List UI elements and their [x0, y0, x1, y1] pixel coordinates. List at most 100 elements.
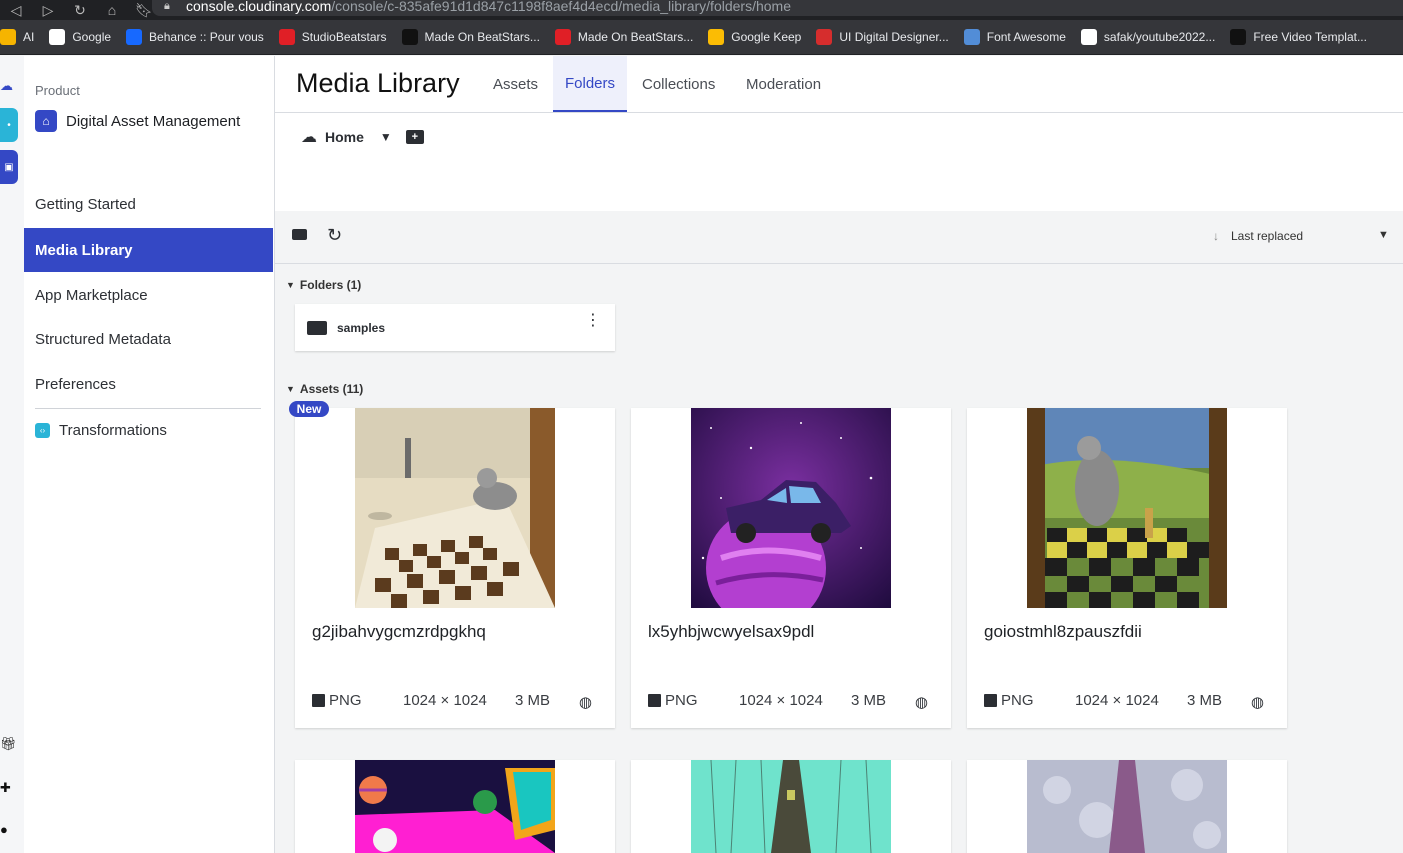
asset-thumbnail[interactable] [355, 408, 555, 608]
user-icon[interactable]: ● [0, 822, 14, 837]
breadcrumb-home[interactable]: Home [325, 129, 364, 145]
asset-thumbnail[interactable] [1027, 408, 1227, 608]
bookmark-item[interactable]: UI Digital Designer... [816, 29, 949, 45]
sidebar-item-label: Preferences [35, 375, 116, 393]
asset-thumbnail[interactable] [691, 760, 891, 853]
sidebar: Product ⌂ Digital Asset Management Getti… [24, 56, 275, 853]
assets-section-label: Assets (11) [299, 382, 364, 396]
chevron-down-icon: ▼ [1378, 229, 1389, 241]
sidebar-item-app-marketplace[interactable]: App Marketplace [24, 273, 273, 317]
asset-card[interactable]: lx5yhbjwcwyelsax9pdl PNG 1024 × 1024 3 M… [631, 408, 951, 728]
asset-card[interactable]: goiostmhl8zpauszfdii PNG 1024 × 1024 3 M… [967, 408, 1287, 728]
address-bar[interactable]: 🔒︎ console.cloudinary.com/console/c-835a… [152, 0, 1403, 16]
bookmark-item[interactable]: Made On BeatStars... [401, 29, 540, 45]
bookmark-item[interactable]: Font Awesome [963, 29, 1066, 45]
forward-icon[interactable]: ▷ [32, 2, 64, 19]
globe-icon: ◍ [1250, 694, 1264, 711]
url-path: /console/c-835afe91d1d847c1198f8aef4d4ec… [331, 0, 791, 14]
bookmark-favicon-icon [401, 29, 418, 45]
asset-format: PNG [1001, 692, 1034, 709]
sidebar-item-label: App Marketplace [35, 286, 148, 304]
bookmark-item[interactable]: Made On BeatStars... [554, 29, 693, 45]
asset-card[interactable] [631, 760, 951, 853]
triangle-down-icon: ▼ [286, 280, 295, 290]
bookmark-label: Google [72, 30, 112, 44]
bookmark-label: Font Awesome [986, 30, 1066, 44]
tab-assets[interactable]: Assets [481, 56, 550, 112]
bookmark-label: StudioBeatstars [301, 30, 387, 44]
bookmark-favicon-icon [816, 29, 833, 45]
cloud-logo-icon[interactable]: ☁ [0, 78, 14, 94]
sort-direction-icon[interactable]: ↓ [1213, 229, 1219, 243]
assets-section-toggle[interactable]: ▼ Assets (11) [286, 382, 363, 396]
rail-dam-icon[interactable]: ▣ [0, 150, 18, 184]
sidebar-item-label: Getting Started [35, 195, 136, 213]
sort-dropdown[interactable]: ↓ Last replaced ▼ [1213, 229, 1389, 243]
dam-icon: ⌂ [35, 110, 57, 132]
bookmark-favicon-icon [708, 29, 725, 45]
folders-section-toggle[interactable]: ▼ Folders (1) [286, 278, 361, 292]
refresh-icon[interactable]: ↻ [327, 225, 342, 246]
folder-name: samples [337, 320, 386, 335]
asset-thumbnail[interactable] [691, 408, 891, 608]
back-icon[interactable]: ◁ [0, 2, 32, 19]
asset-thumbnail[interactable] [355, 760, 555, 853]
bookmarks-bar: AI Google Behance :: Pour vous StudioBeatst… [0, 20, 1403, 55]
asset-thumbnail[interactable] [1027, 760, 1227, 853]
chevron-down-icon[interactable]: ▼ [380, 130, 392, 144]
folders-section-label: Folders (1) [299, 278, 362, 292]
bookmark-label: Free Video Templat... [1253, 30, 1367, 44]
bookmark-item[interactable]: AI [0, 29, 34, 45]
bookmark-item[interactable]: StudioBeatstars [278, 29, 387, 45]
gift-icon[interactable]: 🎁︎ [0, 736, 17, 752]
bookmark-label: safak/youtube2022... [1103, 30, 1216, 44]
browser-toolbar: ◁ ▷ ↻ ⌂ 🔖︎ 🔒︎ console.cloudinary.com/con… [0, 0, 1403, 20]
url-host: console.cloudinary.com [186, 0, 332, 14]
more-options-icon[interactable]: ⋮ [585, 313, 601, 329]
folder-view-icon[interactable] [292, 227, 307, 245]
asset-card[interactable]: g2jibahvygcmzrdpgkhq PNG 1024 × 1024 3 M… [295, 408, 615, 728]
asset-size: 3 MB [851, 692, 887, 709]
rail-programmable-media-icon[interactable]: • [0, 108, 18, 142]
bookmark-item[interactable]: Google Keep [708, 29, 801, 45]
sidebar-item-structured-metadata[interactable]: Structured Metadata [24, 317, 273, 361]
bookmark-favicon-icon [1080, 29, 1097, 45]
asset-size: 3 MB [1187, 692, 1223, 709]
sidebar-item-media-library[interactable]: Media Library [24, 228, 273, 272]
app-rail: ☁ • ▣ 🎁︎ ✚ ● [0, 56, 24, 853]
product-selector[interactable]: ⌂ Digital Asset Management [35, 110, 240, 132]
bookmark-item[interactable]: Behance :: Pour vous [126, 29, 264, 45]
triangle-down-icon: ▼ [286, 384, 295, 394]
bookmark-item[interactable]: Free Video Templat... [1230, 29, 1367, 45]
bookmark-label: UI Digital Designer... [839, 30, 949, 44]
asset-size: 3 MB [515, 692, 551, 709]
transformations-icon: ‹› [35, 422, 50, 438]
asset-name: lx5yhbjwcwyelsax9pdl [648, 622, 815, 641]
asset-dimensions: 1024 × 1024 [1075, 692, 1159, 709]
tab-moderation[interactable]: Moderation [734, 56, 833, 112]
asset-meta: PNG 1024 × 1024 3 MB ◍ [312, 692, 602, 711]
tab-folders[interactable]: Folders [553, 56, 628, 112]
new-folder-icon[interactable]: + [405, 130, 424, 144]
folder-card[interactable]: samples ⋮ [295, 304, 615, 351]
sidebar-item-transformations[interactable]: ‹› Transformations [24, 408, 273, 452]
reload-icon[interactable]: ↻ [64, 2, 96, 19]
tab-label: Moderation [746, 75, 822, 93]
tab-collections[interactable]: Collections [630, 56, 727, 112]
asset-card[interactable] [295, 760, 615, 853]
asset-format: PNG [329, 692, 362, 709]
asset-card[interactable] [967, 760, 1287, 853]
product-name: Digital Asset Management [66, 112, 241, 130]
sidebar-item-label: Media Library [35, 241, 133, 259]
bookmark-favicon-icon [963, 29, 980, 45]
bookmark-label: Behance :: Pour vous [149, 30, 264, 44]
bookmark-item[interactable]: safak/youtube2022... [1080, 29, 1216, 45]
home-icon[interactable]: ⌂ [96, 2, 128, 18]
bookmark-favicon-icon [554, 29, 571, 45]
asset-meta: PNG 1024 × 1024 3 MB ◍ [984, 692, 1274, 711]
sidebar-item-getting-started[interactable]: Getting Started [24, 182, 273, 226]
sidebar-item-preferences[interactable]: Preferences [24, 362, 273, 406]
new-badge: New [289, 401, 329, 417]
bookmark-item[interactable]: Google [49, 29, 111, 45]
puzzle-icon[interactable]: ✚ [0, 780, 14, 796]
